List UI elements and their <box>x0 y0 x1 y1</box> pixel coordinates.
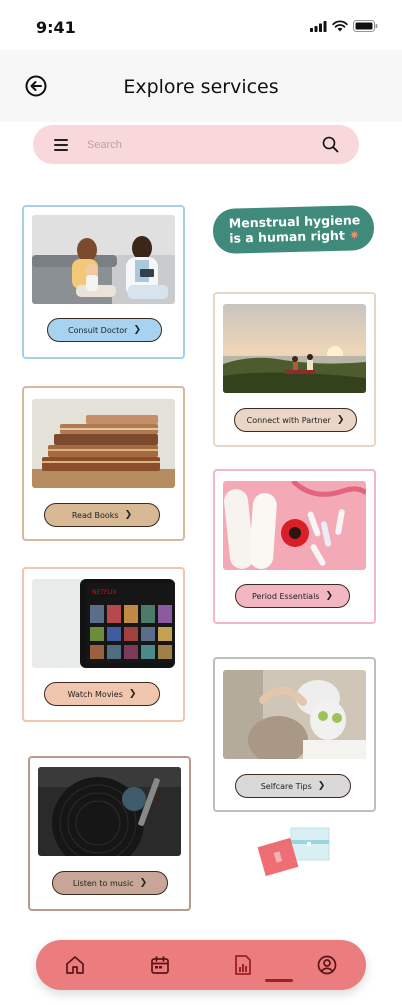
active-tab-indicator <box>265 979 293 982</box>
chevron-right-icon: ❯ <box>133 325 141 335</box>
listen-music-button[interactable]: Listen to music ❯ <box>52 871 168 895</box>
listen-music-label: Listen to music <box>72 878 134 888</box>
selfcare-tips-button[interactable]: Selfcare Tips ❯ <box>235 774 351 798</box>
service-card-selfcare-tips: Selfcare Tips ❯ <box>213 657 376 812</box>
chevron-right-icon: ❯ <box>317 781 326 791</box>
period-essentials-button[interactable]: Period Essentials ❯ <box>235 584 350 608</box>
selfcare-tips-label: Selfcare Tips <box>260 781 312 791</box>
bottom-nav <box>36 940 366 990</box>
svg-text:NETFLIX: NETFLIX <box>92 589 117 596</box>
pad-wrapper-decoration <box>257 827 330 877</box>
read-books-button[interactable]: Read Books ❯ <box>44 503 160 527</box>
cellular-signal-icon <box>310 20 327 32</box>
connect-partner-label: Connect with Partner <box>246 415 331 425</box>
service-card-period-essentials: Period Essentials ❯ <box>213 469 376 624</box>
connect-partner-button[interactable]: Connect with Partner ❯ <box>234 408 357 432</box>
chevron-right-icon: ❯ <box>336 415 345 425</box>
chevron-right-icon: ❯ <box>128 689 137 699</box>
consult-doctor-label: Consult Doctor <box>67 325 128 335</box>
status-bar: 9:41 <box>0 0 402 50</box>
consult-doctor-button[interactable]: Consult Doctor ❯ <box>47 318 162 342</box>
calendar-icon[interactable] <box>149 954 171 976</box>
pads-tampons-flower-photo <box>223 481 366 570</box>
search-input[interactable] <box>87 133 307 157</box>
profile-icon[interactable] <box>316 954 338 976</box>
chevron-right-icon: ❯ <box>124 510 133 520</box>
banner-text: Menstrual hygiene is a human right <box>228 212 361 246</box>
netflix-tablet-photo: NETFLIX <box>32 579 175 668</box>
service-card-read-books: Read Books ❯ <box>22 386 185 541</box>
chevron-right-icon: ❯ <box>325 591 334 601</box>
service-card-consult-doctor: Consult Doctor ❯ <box>22 205 185 359</box>
status-time: 9:41 <box>36 18 76 37</box>
service-card-connect-partner: Connect with Partner ❯ <box>213 292 376 447</box>
chevron-right-icon: ❯ <box>139 878 148 888</box>
service-card-watch-movies: NETFLIX Watch Movies ❯ <box>22 567 185 722</box>
search-icon[interactable] <box>322 136 339 153</box>
header: Explore services <box>0 50 402 122</box>
battery-icon <box>353 20 378 32</box>
report-icon[interactable] <box>232 954 254 976</box>
stacked-old-books-photo <box>32 399 175 488</box>
doctor-consultation-photo <box>32 215 175 304</box>
vinyl-record-player-photo <box>38 767 181 856</box>
hamburger-menu-icon[interactable] <box>54 139 68 151</box>
hygiene-banner: Menstrual hygiene is a human right ✷ <box>212 204 375 255</box>
search-bar <box>33 125 359 164</box>
service-card-listen-music: Listen to music ❯ <box>28 756 191 911</box>
starburst-icon: ✷ <box>348 227 360 243</box>
page-title: Explore services <box>123 76 279 98</box>
face-mask-cucumber-photo <box>223 670 366 759</box>
home-icon[interactable] <box>64 954 86 976</box>
read-books-label: Read Books <box>71 510 119 520</box>
wifi-icon <box>332 20 348 32</box>
status-icons <box>310 20 378 32</box>
period-essentials-label: Period Essentials <box>251 591 320 601</box>
watch-movies-button[interactable]: Watch Movies ❯ <box>44 682 160 706</box>
couple-picnic-sunset-photo <box>223 304 366 393</box>
watch-movies-label: Watch Movies <box>67 689 123 699</box>
